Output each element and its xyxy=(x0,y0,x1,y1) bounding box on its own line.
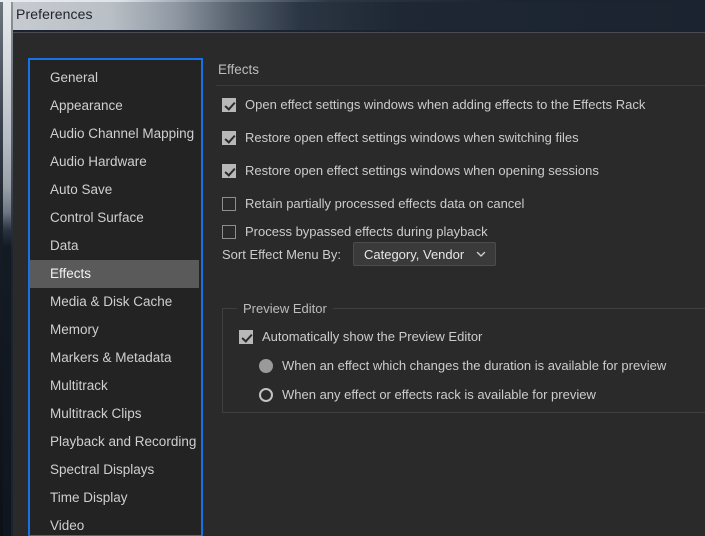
sidebar-item-data[interactable]: Data xyxy=(30,232,201,260)
sidebar-item-spectral-displays[interactable]: Spectral Displays xyxy=(30,456,201,484)
window-titlebar[interactable]: Preferences xyxy=(0,0,705,30)
preferences-window: Preferences General Appearance Audio Chann… xyxy=(0,0,705,536)
sidebar-item-audio-channel-mapping[interactable]: Audio Channel Mapping xyxy=(30,120,201,148)
radio-duration-change-row[interactable]: When an effect which changes the duratio… xyxy=(259,358,666,373)
auto-show-preview-editor-label: Automatically show the Preview Editor xyxy=(262,329,483,344)
checkbox-label-1: Open effect settings windows when adding… xyxy=(245,97,646,112)
checkbox-5-unchecked[interactable] xyxy=(222,224,236,239)
checkbox-3-checked[interactable] xyxy=(222,163,236,178)
sidebar-item-appearance[interactable]: Appearance xyxy=(30,92,201,120)
radio-any-effect-label: When any effect or effects rack is avail… xyxy=(282,387,596,402)
preview-editor-group: Preview Editor Automatically show the Pr… xyxy=(222,301,705,413)
radio-duration-change[interactable] xyxy=(259,358,273,373)
sidebar-item-auto-save[interactable]: Auto Save xyxy=(30,176,201,204)
page-title: Effects xyxy=(218,62,260,77)
auto-show-preview-editor-row[interactable]: Automatically show the Preview Editor xyxy=(239,329,482,344)
sidebar-item-playback-and-recording[interactable]: Playback and Recording xyxy=(30,428,201,456)
checkbox-label-4: Retain partially processed effects data … xyxy=(245,196,525,211)
sidebar-item-multitrack[interactable]: Multitrack xyxy=(30,372,201,400)
radio-duration-change-label: When an effect which changes the duratio… xyxy=(282,358,667,373)
sort-effect-menu-value: Category, Vendor xyxy=(363,246,465,262)
section-divider xyxy=(216,85,705,86)
window-left-edge xyxy=(3,2,11,536)
sort-effect-menu-label: Sort Effect Menu By: xyxy=(222,246,341,262)
sidebar-item-multitrack-clips[interactable]: Multitrack Clips xyxy=(30,400,201,428)
sort-effect-menu-select[interactable]: Category, Vendor xyxy=(352,242,496,266)
checkbox-row-2[interactable]: Restore open effect settings windows whe… xyxy=(222,130,579,145)
checkbox-row-5[interactable]: Process bypassed effects during playback xyxy=(222,224,488,239)
sidebar-item-media-disk-cache[interactable]: Media & Disk Cache xyxy=(30,288,201,316)
sidebar-item-audio-hardware[interactable]: Audio Hardware xyxy=(30,148,201,176)
sort-effect-menu-row: Sort Effect Menu By: Category, Vendor xyxy=(222,242,496,266)
preferences-dialog-body: General Appearance Audio Channel Mapping Au… xyxy=(13,32,705,536)
sidebar-item-control-surface[interactable]: Control Surface xyxy=(30,204,201,232)
effects-settings-panel: Effects Open effect settings windows whe… xyxy=(216,58,705,536)
checkbox-label-2: Restore open effect settings windows whe… xyxy=(245,130,579,145)
sidebar-item-effects[interactable]: Effects xyxy=(30,260,199,288)
radio-any-effect[interactable] xyxy=(259,387,273,402)
preferences-category-list[interactable]: General Appearance Audio Channel Mapping Au… xyxy=(28,58,203,536)
sidebar-item-time-display[interactable]: Time Display xyxy=(30,484,201,512)
checkbox-row-4[interactable]: Retain partially processed effects data … xyxy=(222,196,524,211)
checkbox-row-1[interactable]: Open effect settings windows when adding… xyxy=(222,97,645,112)
checkbox-1-checked[interactable] xyxy=(222,97,236,112)
sidebar-item-general[interactable]: General xyxy=(30,64,201,92)
chevron-down-icon xyxy=(476,251,486,257)
radio-any-effect-row[interactable]: When any effect or effects rack is avail… xyxy=(259,387,596,402)
checkbox-4-unchecked[interactable] xyxy=(222,196,236,211)
sidebar-item-memory[interactable]: Memory xyxy=(30,316,201,344)
checkbox-row-3[interactable]: Restore open effect settings windows whe… xyxy=(222,163,599,178)
sidebar-item-video[interactable]: Video xyxy=(30,512,201,535)
auto-show-preview-editor-checkbox[interactable] xyxy=(239,329,253,344)
sidebar-item-markers-metadata[interactable]: Markers & Metadata xyxy=(30,344,201,372)
window-top-edge xyxy=(0,0,705,2)
window-title: Preferences xyxy=(16,6,93,22)
checkbox-2-checked[interactable] xyxy=(222,130,236,145)
checkbox-label-5: Process bypassed effects during playback xyxy=(245,224,488,239)
preview-editor-legend: Preview Editor xyxy=(237,301,333,316)
checkbox-label-3: Restore open effect settings windows whe… xyxy=(245,163,599,178)
